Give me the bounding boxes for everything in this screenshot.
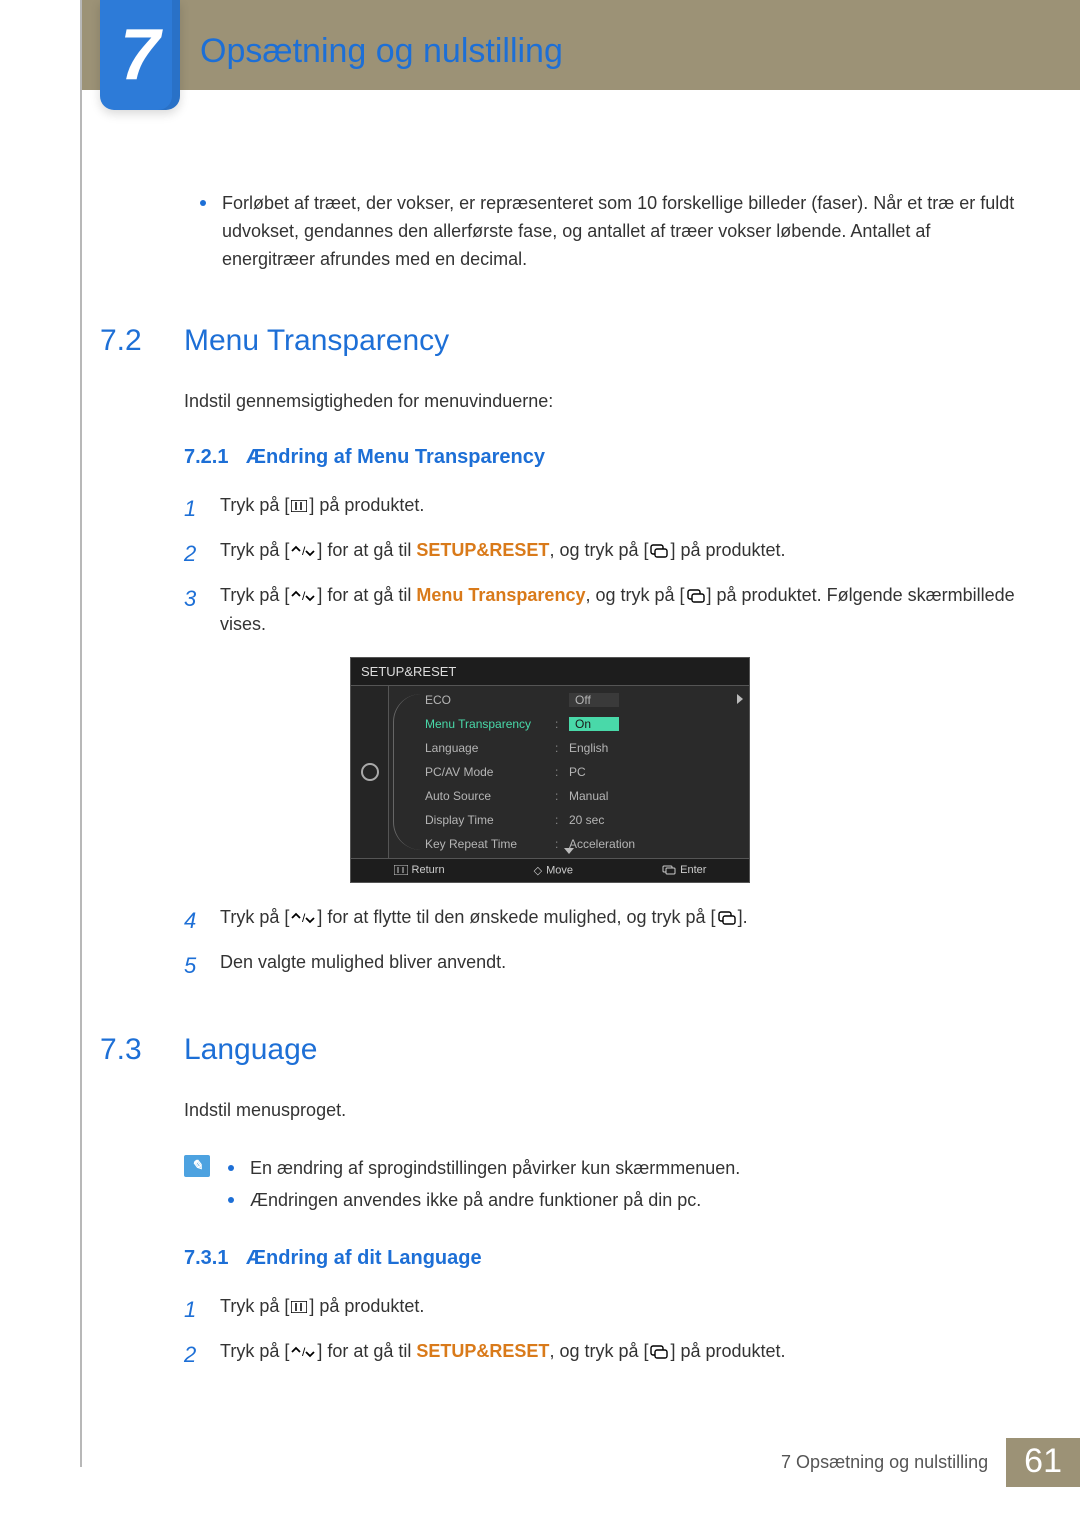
osd-label: PC/AV Mode [425,765,555,779]
steps-7-2-1: 1 Tryk på [] på produktet. 2 Tryk på [/]… [184,491,1020,639]
enter-icon [718,910,736,926]
osd-label: Auto Source [425,789,555,803]
step-number: 1 [184,1292,202,1327]
step-text: Tryk på [/] for at gå til SETUP&RESET, o… [220,536,786,565]
step-number: 5 [184,948,202,983]
bullet-icon [228,1165,234,1171]
chapter-badge: 7 [100,0,180,110]
osd-footer: Return ◇Move Enter [351,858,749,882]
osd-category-icon-column [351,686,389,858]
note-text-2: Ændringen anvendes ikke på andre funktio… [250,1187,701,1215]
subsection-number: 7.2.1 [184,446,228,468]
section-7-3-desc: Indstil menusproget. [184,1097,1020,1125]
svg-text:/: / [302,1346,306,1358]
subsection-7-2-1-heading: 7.2.1 Ændring af Menu Transparency [184,446,1020,469]
footer-crumb: 7 Opsætning og nulstilling [763,1438,1006,1487]
osd-value: Acceleration [569,837,749,851]
up-down-icon: / [291,1344,315,1360]
osd-row-keyrepeat: Key Repeat Time : Acceleration [425,834,749,854]
osd-value: 20 sec [569,813,749,827]
bullet-icon [228,1197,234,1203]
up-down-icon: / [291,588,315,604]
section-number: 7.2 [100,324,160,358]
step-text: Tryk på [] på produktet. [220,1292,424,1321]
osd-label: Key Repeat Time [425,837,555,851]
osd-row-eco: ECO Off [425,690,749,710]
enter-icon [650,1344,668,1360]
menu-icon [291,498,307,514]
osd-row-pcav: PC/AV Mode : PC [425,762,749,782]
chapter-number: 7 [120,14,160,96]
gear-icon [361,763,379,781]
target-menu-transparency: Menu Transparency [416,585,585,605]
osd-value: English [569,741,749,755]
step-number: 4 [184,903,202,938]
svg-text:/: / [302,545,306,557]
up-down-icon: / [291,910,315,926]
osd-list: ECO Off Menu Transparency : On Language … [389,686,749,858]
left-margin-rule [80,0,82,1467]
osd-value: PC [569,765,749,779]
page-number: 61 [1006,1438,1080,1487]
note-block: ✎ En ændring af sprogindstillingen påvir… [184,1155,1020,1219]
enter-icon [687,588,705,604]
svg-text:/: / [302,590,306,602]
osd-value: Manual [569,789,749,803]
steps-7-2-1-cont: 4 Tryk på [/] for at flytte til den ønsk… [184,903,1020,983]
intro-bullet-block: Forløbet af træet, der vokser, er repræs… [200,190,1020,274]
step-number: 1 [184,491,202,526]
target-setup-reset: SETUP&RESET [416,1341,549,1361]
note-icon: ✎ [184,1155,210,1177]
osd-row-displaytime: Display Time : 20 sec [425,810,749,830]
osd-footer-return: Return [394,864,445,877]
chevron-right-icon [737,694,743,704]
osd-value-on: On [569,717,619,731]
target-setup-reset: SETUP&RESET [416,540,549,560]
chapter-title: Opsætning og nulstilling [200,32,563,71]
menu-icon [291,1299,307,1315]
step-text: Tryk på [] på produktet. [220,491,424,520]
osd-label: ECO [425,693,555,707]
step-text: Tryk på [/] for at gå til SETUP&RESET, o… [220,1337,786,1366]
step-number: 2 [184,536,202,571]
step-text: Tryk på [/] for at gå til Menu Transpare… [220,581,1020,639]
subsection-title: Ændring af Menu Transparency [246,446,545,468]
subsection-7-3-1-heading: 7.3.1 Ændring af dit Language [184,1247,1020,1270]
osd-screenshot: SETUP&RESET ECO Off Menu Transparency : … [350,657,750,883]
osd-title: SETUP&RESET [351,658,749,686]
osd-footer-move: ◇Move [534,864,573,877]
osd-label: Display Time [425,813,555,827]
section-7-2-heading: 7.2 Menu Transparency [100,324,1020,358]
section-7-3-heading: 7.3 Language [100,1033,1020,1067]
bullet-icon [200,200,206,206]
chevron-down-icon [564,848,574,854]
step-number: 3 [184,581,202,616]
up-down-icon: / [291,543,315,559]
step-number: 2 [184,1337,202,1372]
svg-text:/: / [302,912,306,924]
note-text-1: En ændring af sprogindstillingen påvirke… [250,1155,740,1183]
osd-value-off: Off [569,693,619,707]
osd-row-language: Language : English [425,738,749,758]
enter-icon [650,543,668,559]
osd-label: Menu Transparency [425,717,555,731]
step-text: Tryk på [/] for at flytte til den ønsked… [220,903,748,932]
steps-7-3-1: 1 Tryk på [] på produktet. 2 Tryk på [/]… [184,1292,1020,1372]
page-content: Forløbet af træet, der vokser, er repræs… [100,190,1020,1382]
osd-footer-enter: Enter [662,864,706,877]
intro-bullet-text: Forløbet af træet, der vokser, er repræs… [222,190,1020,274]
page-footer: 7 Opsætning og nulstilling 61 [763,1438,1080,1487]
osd-row-menu-transparency: Menu Transparency : On [425,714,749,734]
subsection-title: Ændring af dit Language [246,1247,482,1269]
section-title: Menu Transparency [184,324,449,358]
section-7-2-desc: Indstil gennemsigtigheden for menuvindue… [184,388,1020,416]
section-title: Language [184,1033,317,1067]
osd-label: Language [425,741,555,755]
section-number: 7.3 [100,1033,160,1067]
subsection-number: 7.3.1 [184,1247,228,1269]
osd-row-autosource: Auto Source : Manual [425,786,749,806]
step-text: Den valgte mulighed bliver anvendt. [220,948,506,977]
